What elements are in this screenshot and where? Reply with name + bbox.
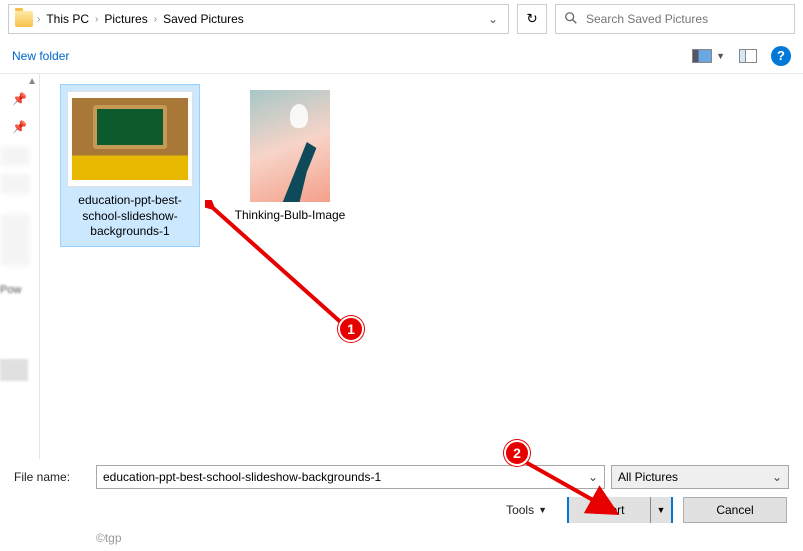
chevron-right-icon: › — [154, 14, 157, 25]
refresh-button[interactable]: ↻ — [517, 4, 547, 34]
chevron-down-icon: ▼ — [538, 505, 547, 515]
filename-combobox[interactable]: ⌄ — [96, 465, 605, 489]
view-mode-icon[interactable] — [692, 49, 712, 63]
bottom-bar: File name: ⌄ All Pictures ⌄ Tools ▼ Inse… — [0, 459, 803, 529]
tools-dropdown[interactable]: Tools ▼ — [506, 503, 547, 517]
navigation-pane[interactable]: ▲ 📌 📌 Pow — [0, 74, 40, 459]
refresh-icon: ↻ — [526, 11, 537, 27]
file-thumbnail — [250, 90, 330, 202]
body-area: ▲ 📌 📌 Pow education-ppt-best-school-slid… — [0, 74, 803, 459]
insert-dropdown-button[interactable]: ▼ — [651, 497, 671, 523]
toolbar: New folder ▼ ? — [0, 38, 803, 74]
pin-icon: 📌 — [12, 120, 27, 134]
file-item-education-ppt[interactable]: education-ppt-best-school-slideshow-back… — [60, 84, 200, 247]
cancel-button-label: Cancel — [716, 503, 753, 517]
nav-item-pow[interactable]: Pow — [0, 284, 21, 296]
address-dropdown-icon[interactable]: ⌄ — [484, 8, 502, 30]
filename-input[interactable] — [97, 470, 582, 484]
nav-item-selected[interactable] — [0, 359, 28, 381]
chevron-right-icon: › — [95, 14, 98, 25]
folder-icon — [15, 11, 33, 27]
chevron-down-icon: ⌄ — [772, 470, 782, 484]
scroll-up-icon[interactable]: ▲ — [27, 76, 37, 87]
preview-pane-icon[interactable] — [739, 49, 757, 63]
nav-item-blurred — [0, 174, 30, 194]
tools-label: Tools — [506, 503, 534, 517]
pin-icon: 📌 — [12, 92, 27, 106]
breadcrumb-box[interactable]: › This PC › Pictures › Saved Pictures ⌄ — [8, 4, 509, 34]
insert-button[interactable]: Insert — [569, 497, 651, 523]
search-box[interactable] — [555, 4, 795, 34]
breadcrumb-saved-pictures[interactable]: Saved Pictures — [161, 10, 246, 28]
watermark: ©tgp — [96, 531, 122, 545]
insert-button-label: Insert — [594, 503, 624, 517]
file-name-label: education-ppt-best-school-slideshow-back… — [67, 193, 193, 240]
breadcrumb-this-pc[interactable]: This PC — [44, 10, 91, 28]
file-item-thinking-bulb[interactable]: Thinking-Bulb-Image — [220, 84, 360, 230]
help-icon[interactable]: ? — [771, 46, 791, 66]
file-thumbnail — [67, 91, 193, 187]
chevron-right-icon: › — [37, 14, 40, 25]
search-icon — [564, 11, 578, 28]
cancel-button[interactable]: Cancel — [683, 497, 787, 523]
filename-dropdown-icon[interactable]: ⌄ — [582, 470, 604, 484]
file-list-pane[interactable]: education-ppt-best-school-slideshow-back… — [40, 74, 803, 459]
view-mode-dropdown-icon[interactable]: ▼ — [716, 51, 725, 61]
chevron-down-icon: ▼ — [657, 505, 666, 515]
new-folder-button[interactable]: New folder — [12, 49, 69, 63]
nav-item-blurred — [0, 214, 30, 266]
insert-split-button: Insert ▼ — [567, 497, 673, 523]
filetype-filter-label: All Pictures — [618, 470, 678, 484]
filetype-filter-dropdown[interactable]: All Pictures ⌄ — [611, 465, 789, 489]
breadcrumb-pictures[interactable]: Pictures — [102, 10, 149, 28]
nav-item-blurred — [0, 146, 30, 166]
search-input[interactable] — [586, 12, 786, 26]
filename-label: File name: — [14, 470, 90, 484]
address-bar: › This PC › Pictures › Saved Pictures ⌄ … — [0, 0, 803, 38]
file-name-label: Thinking-Bulb-Image — [226, 208, 354, 224]
